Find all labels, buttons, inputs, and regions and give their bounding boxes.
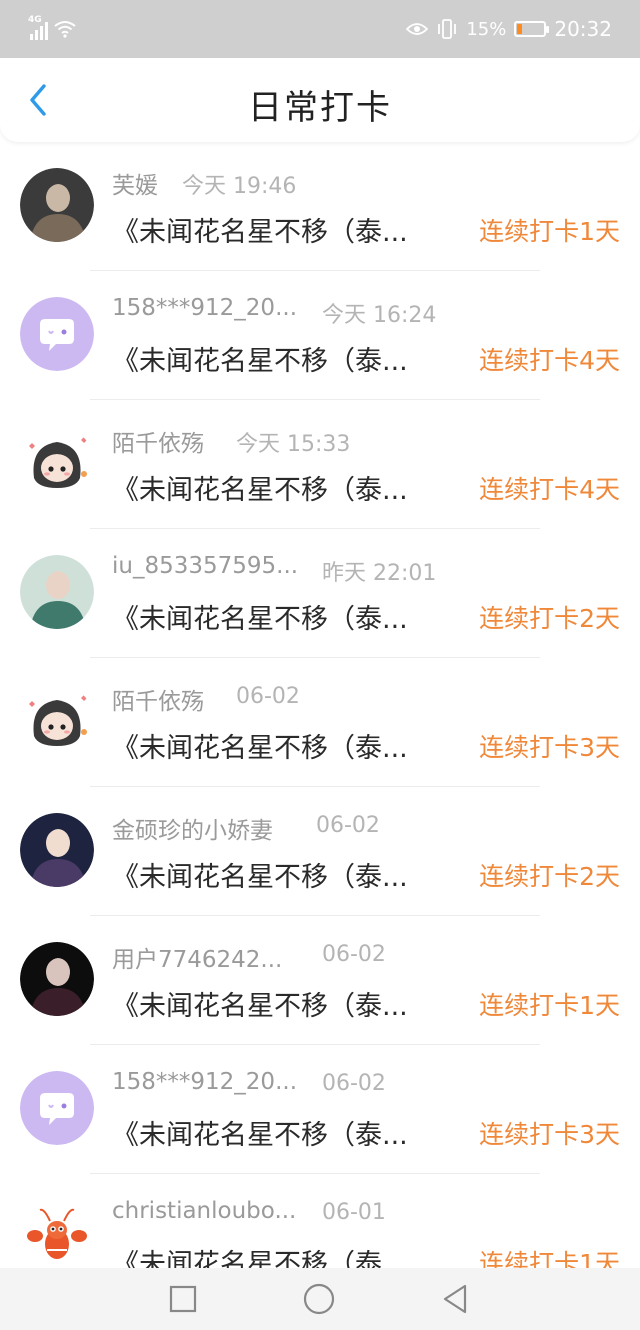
checkin-time: 今天 19:46 — [182, 174, 297, 199]
checkin-time: 06-02 — [322, 1071, 386, 1096]
network-type: 4G — [28, 15, 42, 25]
user-name: 金硕珍的小娇妻 — [112, 818, 273, 844]
list-item[interactable]: iu_853357595... 昨天 22:01 《未闻花名星不移（泰... 连续打卡… — [0, 529, 640, 658]
photo-avatar[interactable] — [20, 168, 94, 242]
clock: 20:32 — [554, 17, 612, 41]
status-right: 15% 20:32 — [406, 14, 612, 44]
streak-label: 连续打卡3天 — [479, 1120, 620, 1149]
list-item[interactable]: christianloubo... 06-01 《未闻花名星不移（泰... 连续打卡1… — [0, 1174, 640, 1268]
home-button[interactable] — [302, 1282, 336, 1316]
user-name: christianloubo... — [112, 1198, 297, 1224]
circle-home-icon — [303, 1283, 335, 1315]
wifi-icon — [54, 21, 76, 38]
checkin-time: 06-02 — [316, 813, 380, 838]
book-title: 《未闻花名星不移（泰... — [112, 991, 408, 1022]
battery-fill — [517, 24, 522, 34]
user-name: 用户7746242... — [112, 947, 283, 973]
user-name: 158***912_20... — [112, 1069, 297, 1095]
user-name: 陌千依殇 — [112, 689, 204, 715]
checkin-time: 06-02 — [236, 684, 300, 709]
checkin-time: 昨天 22:01 — [322, 561, 437, 586]
book-title: 《未闻花名星不移（泰... — [112, 475, 408, 506]
user-name: 芙媛 — [112, 173, 158, 199]
streak-label: 连续打卡4天 — [479, 346, 620, 375]
checkin-time: 06-02 — [322, 942, 386, 967]
user-name: 陌千依殇 — [112, 431, 204, 457]
system-nav-bar — [0, 1268, 640, 1330]
streak-label: 连续打卡2天 — [479, 862, 620, 891]
checkin-list[interactable]: 芙媛 今天 19:46 《未闻花名星不移（泰... 连续打卡1天 158***912_2… — [0, 142, 640, 1268]
checkin-time: 今天 15:33 — [236, 432, 351, 457]
vibrate-icon — [438, 19, 457, 39]
list-item[interactable]: 158***912_20... 06-02 《未闻花名星不移（泰... 连续打卡3天 — [0, 1045, 640, 1174]
list-item[interactable]: 陌千依殇 今天 15:33 《未闻花名星不移（泰... 连续打卡4天 — [0, 400, 640, 529]
book-title: 《未闻花名星不移（泰... — [112, 1120, 408, 1151]
book-title: 《未闻花名星不移（泰... — [112, 862, 408, 893]
book-title: 《未闻花名星不移（泰... — [112, 346, 408, 377]
book-title: 《未闻花名星不移（泰... — [112, 604, 408, 635]
battery-icon — [514, 21, 550, 37]
list-item[interactable]: 陌千依殇 06-02 《未闻花名星不移（泰... 连续打卡3天 — [0, 658, 640, 787]
status-bar: 4G 15% 20:32 — [0, 0, 640, 58]
streak-label: 连续打卡1天 — [479, 991, 620, 1020]
list-item[interactable]: 158***912_20... 今天 16:24 《未闻花名星不移（泰... 连续打卡… — [0, 271, 640, 400]
checkin-time: 06-01 — [322, 1200, 386, 1225]
list-item[interactable]: 金硕珍的小娇妻 06-02 《未闻花名星不移（泰... 连续打卡2天 — [0, 787, 640, 916]
photo-avatar[interactable] — [20, 813, 94, 887]
chat-bubble-avatar[interactable] — [20, 297, 94, 371]
page-title: 日常打卡 — [248, 88, 392, 128]
eye-icon — [406, 23, 429, 35]
battery-percent: 15% — [466, 18, 507, 40]
signal-icon: 4G — [28, 15, 48, 40]
book-title: 《未闻花名星不移（泰... — [112, 217, 408, 248]
list-item[interactable]: 用户7746242... 06-02 《未闻花名星不移（泰... 连续打卡1天 — [0, 916, 640, 1045]
checkin-time: 今天 16:24 — [322, 303, 437, 328]
nav-bar: 日常打卡 — [0, 58, 640, 142]
recent-apps-button[interactable] — [168, 1284, 198, 1314]
book-title: 《未闻花名星不移（泰... — [112, 1249, 408, 1268]
streak-label: 连续打卡2天 — [479, 604, 620, 633]
square-recent-apps-icon — [169, 1285, 197, 1313]
cartoon-girl-avatar[interactable] — [20, 684, 94, 758]
streak-label: 连续打卡1天 — [479, 1249, 620, 1268]
streak-label: 连续打卡1天 — [479, 217, 620, 246]
book-title: 《未闻花名星不移（泰... — [112, 733, 408, 764]
list-item[interactable]: 芙媛 今天 19:46 《未闻花名星不移（泰... 连续打卡1天 — [0, 142, 640, 271]
status-left: 4G — [28, 14, 76, 44]
photo-avatar[interactable] — [20, 942, 94, 1016]
cartoon-girl-avatar[interactable] — [20, 426, 94, 500]
user-name: 158***912_20... — [112, 295, 297, 321]
lobster-avatar[interactable] — [20, 1200, 94, 1268]
streak-label: 连续打卡3天 — [479, 733, 620, 762]
photo-avatar[interactable] — [20, 555, 94, 629]
triangle-back-icon — [443, 1284, 467, 1314]
system-back-button[interactable] — [440, 1284, 470, 1314]
streak-label: 连续打卡4天 — [479, 475, 620, 504]
chat-bubble-avatar[interactable] — [20, 1071, 94, 1145]
user-name: iu_853357595... — [112, 553, 299, 579]
